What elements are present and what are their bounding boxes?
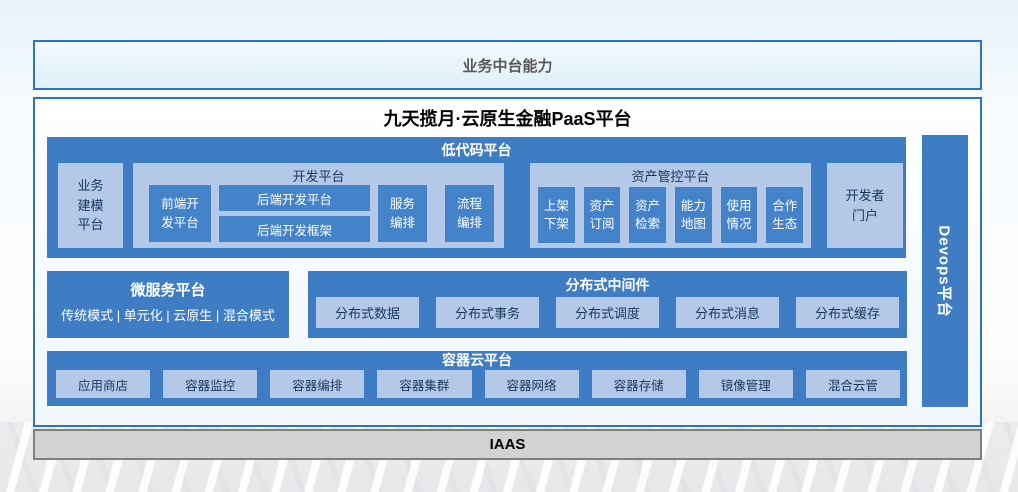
dev-platform-group: 开发平台 前端开 发平台 后端开发平台 后端开发框架 服务 编排 流程 编排: [133, 163, 504, 248]
container-cloud-platform-section: 容器云平台 应用商店容器监控容器编排容器集群容器网络容器存储镜像管理混合云管: [47, 351, 907, 406]
distributed-middleware-item-box: 分布式调度: [556, 297, 659, 328]
devops-platform-label: Devops平台: [935, 225, 956, 317]
business-modeling-platform-box: 业务 建模 平台: [58, 163, 123, 248]
container-cloud-item-box: 混合云管: [806, 370, 900, 398]
architecture-diagram: 业务中台能力 九天揽月·云原生金融PaaS平台 低代码平台 业务 建模 平台 开…: [0, 0, 1018, 492]
microservice-platform-title: 微服务平台: [47, 279, 289, 300]
business-middle-platform-banner: 业务中台能力: [33, 40, 982, 90]
distributed-middleware-title: 分布式中间件: [308, 271, 907, 295]
dev-platform-title: 开发平台: [133, 163, 504, 185]
asset-control-item-box: 合作 生态: [766, 187, 803, 243]
container-cloud-item-box: 容器监控: [163, 370, 257, 398]
lowcode-platform-title: 低代码平台: [47, 137, 906, 160]
iaas-layer-bar: IAAS: [33, 429, 982, 460]
asset-control-item-box: 上架 下架: [538, 187, 575, 243]
frontend-dev-platform-box: 前端开 发平台: [149, 185, 211, 242]
asset-control-items: 上架 下架资产 订阅资产 检索能力 地图使用 情况合作 生态: [538, 187, 803, 243]
distributed-middleware-item-box: 分布式缓存: [796, 297, 899, 328]
asset-control-item-box: 资产 检索: [629, 187, 666, 243]
asset-control-item-box: 使用 情况: [721, 187, 758, 243]
container-cloud-item-box: 容器存储: [592, 370, 686, 398]
asset-control-platform-group: 资产管控平台 上架 下架资产 订阅资产 检索能力 地图使用 情况合作 生态: [530, 163, 811, 248]
backend-dev-framework-box: 后端开发框架: [219, 216, 370, 242]
container-cloud-item-box: 镜像管理: [699, 370, 793, 398]
container-cloud-item-box: 容器编排: [270, 370, 364, 398]
asset-control-item-box: 资产 订阅: [584, 187, 621, 243]
distributed-middleware-item-box: 分布式事务: [436, 297, 539, 328]
container-cloud-item-box: 容器集群: [377, 370, 471, 398]
distributed-middleware-items: 分布式数据分布式事务分布式调度分布式消息分布式缓存: [316, 297, 899, 328]
distributed-middleware-item-box: 分布式数据: [316, 297, 419, 328]
iaas-label: IAAS: [490, 436, 526, 453]
process-orchestration-box: 流程 编排: [445, 185, 494, 242]
service-orchestration-box: 服务 编排: [378, 185, 427, 242]
microservice-platform-section: 微服务平台 传统模式 | 单元化 | 云原生 | 混合模式: [47, 271, 289, 338]
asset-control-platform-title: 资产管控平台: [530, 163, 811, 185]
business-middle-platform-label: 业务中台能力: [462, 55, 552, 76]
microservice-platform-modes: 传统模式 | 单元化 | 云原生 | 混合模式: [47, 305, 289, 324]
backend-dev-platform-box: 后端开发平台: [219, 185, 370, 211]
container-cloud-items: 应用商店容器监控容器编排容器集群容器网络容器存储镜像管理混合云管: [56, 370, 900, 398]
asset-control-item-box: 能力 地图: [675, 187, 712, 243]
container-cloud-item-box: 容器网络: [485, 370, 579, 398]
distributed-middleware-section: 分布式中间件 分布式数据分布式事务分布式调度分布式消息分布式缓存: [308, 271, 907, 338]
container-cloud-platform-title: 容器云平台: [47, 351, 907, 369]
lowcode-platform-section: 低代码平台 业务 建模 平台 开发平台 前端开 发平台 后端开发平台 后端开发框…: [47, 137, 906, 258]
developer-portal-box: 开发者 门户: [827, 163, 903, 248]
distributed-middleware-item-box: 分布式消息: [676, 297, 779, 328]
container-cloud-item-box: 应用商店: [56, 370, 150, 398]
devops-platform-bar: Devops平台: [922, 135, 968, 407]
paas-platform-container: 九天揽月·云原生金融PaaS平台 低代码平台 业务 建模 平台 开发平台 前端开…: [33, 97, 982, 427]
platform-title: 九天揽月·云原生金融PaaS平台: [35, 105, 980, 131]
